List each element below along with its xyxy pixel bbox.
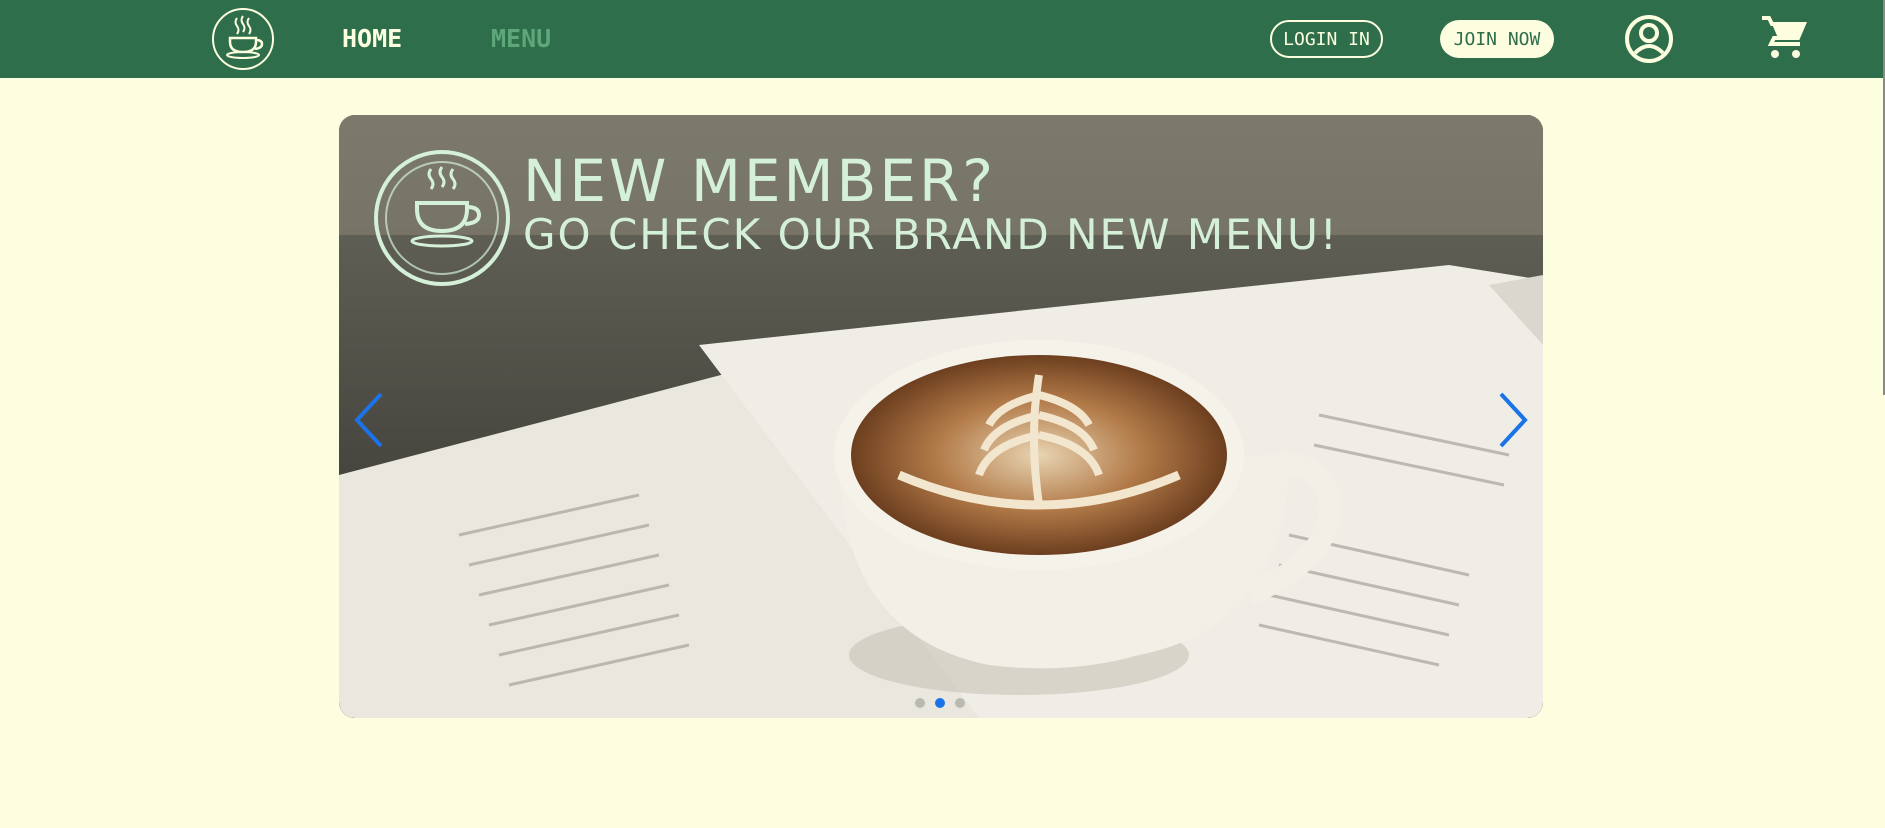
user-account-icon[interactable] [1624, 14, 1674, 64]
nav-menu-link[interactable]: MENU [491, 24, 551, 53]
top-navbar: HOME MENU LOGIN IN JOIN NOW [0, 0, 1885, 78]
join-now-button[interactable]: JOIN NOW [1440, 20, 1554, 58]
carousel-dot-1[interactable] [915, 698, 925, 708]
carousel-indicators [915, 698, 965, 708]
shopping-cart-icon[interactable] [1760, 14, 1808, 62]
promo-headline: NEW MEMBER? GO CHECK OUR BRAND NEW MENU! [523, 149, 1339, 259]
brand-logo-badge [374, 150, 510, 286]
coffee-cup-icon [226, 15, 264, 59]
carousel-dot-2[interactable] [935, 698, 945, 708]
carousel-dot-3[interactable] [955, 698, 965, 708]
nav-home-link[interactable]: HOME [342, 24, 402, 53]
coffee-cup-logo[interactable] [212, 8, 274, 70]
login-button[interactable]: LOGIN IN [1270, 20, 1383, 58]
headline-new-member: NEW MEMBER? [523, 147, 997, 215]
headline-check-menu: GO CHECK OUR BRAND NEW MENU! [523, 210, 1339, 259]
carousel-prev-arrow-icon[interactable] [351, 390, 387, 450]
hero-carousel[interactable]: NEW MEMBER? GO CHECK OUR BRAND NEW MENU! [339, 115, 1543, 718]
carousel-next-arrow-icon[interactable] [1495, 390, 1531, 450]
